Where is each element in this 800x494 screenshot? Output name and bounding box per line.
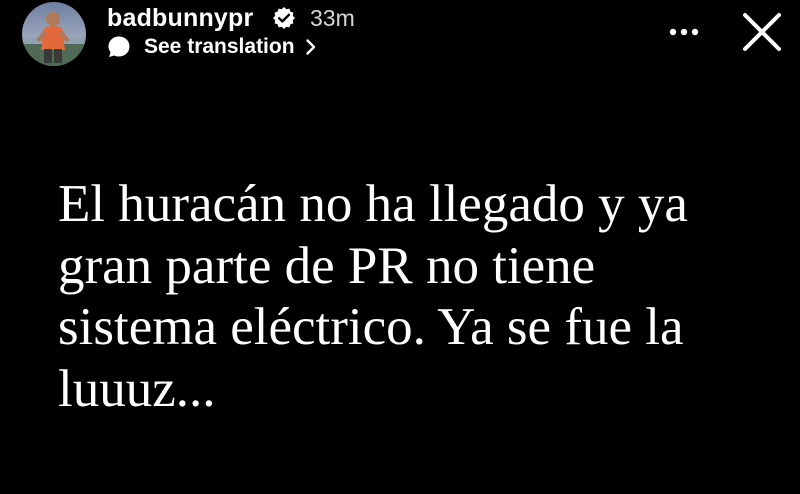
avatar-image [22, 2, 86, 66]
translate-bubble-icon [106, 34, 132, 60]
verified-badge-icon [272, 6, 296, 30]
avatar[interactable] [22, 2, 86, 66]
see-translation-label: See translation [144, 35, 295, 58]
close-button[interactable] [740, 10, 784, 54]
close-icon [743, 13, 781, 51]
username[interactable]: badbunnypr [107, 4, 253, 32]
story-viewer: badbunnypr 33m See translation El huracá… [0, 0, 800, 494]
more-options-icon [669, 28, 699, 36]
more-options-button[interactable] [664, 20, 704, 44]
chevron-right-icon [305, 38, 317, 56]
story-timestamp: 33m [310, 5, 355, 31]
see-translation-button[interactable]: See translation [106, 34, 317, 60]
story-text: El huracán no ha llegado y ya gran parte… [58, 175, 688, 418]
